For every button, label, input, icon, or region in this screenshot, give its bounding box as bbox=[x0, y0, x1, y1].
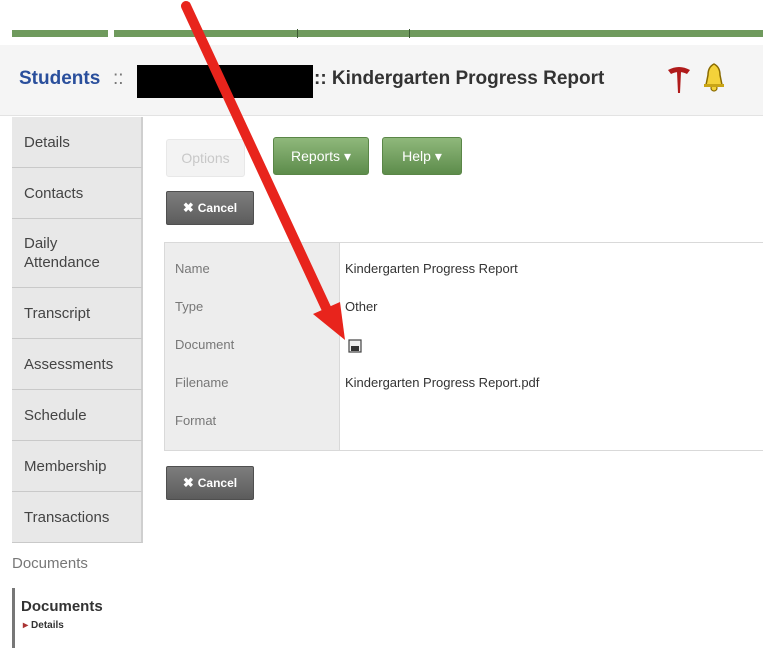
tab-divider bbox=[409, 29, 410, 38]
top-tab-strip bbox=[0, 0, 763, 40]
sidebar-item-transactions[interactable]: Transactions bbox=[12, 492, 143, 543]
close-icon: ✖ bbox=[182, 200, 194, 215]
options-button[interactable]: Options bbox=[166, 139, 245, 177]
main-content: Options Reports ▾ Help ▾ ✖ Cancel Name Ki… bbox=[146, 117, 763, 653]
sidebar-item-contacts[interactable]: Contacts bbox=[12, 168, 143, 219]
breadcrumb-students-link[interactable]: Students bbox=[19, 68, 100, 90]
document-details-panel: Name Kindergarten Progress Report Type O… bbox=[164, 242, 763, 451]
sidebar-item-label: Transactions bbox=[24, 508, 110, 526]
tab-notch bbox=[108, 20, 114, 37]
sidebar-item-label: Membership bbox=[24, 457, 107, 475]
cancel-label: Cancel bbox=[197, 201, 238, 215]
sidebar-item-label: Daily Attendance bbox=[24, 235, 100, 271]
field-label-name: Name bbox=[175, 261, 210, 276]
title-bar: Students :: :: Kindergarten Progress Rep… bbox=[0, 45, 763, 116]
sidebar-subitem-details[interactable]: ▸ Details bbox=[23, 620, 64, 631]
cancel-button-top[interactable]: ✖ Cancel bbox=[166, 191, 254, 225]
t-logo-icon[interactable] bbox=[666, 64, 692, 94]
sidebar-item-label: Details bbox=[24, 133, 70, 151]
sidebar-item-details[interactable]: Details bbox=[12, 117, 143, 168]
field-label-format: Format bbox=[175, 413, 217, 428]
field-label-type: Type bbox=[175, 299, 204, 314]
sidebar-item-transcript[interactable]: Transcript bbox=[12, 288, 143, 339]
field-label-filename: Filename bbox=[175, 375, 229, 390]
sidebar-current-label[interactable]: Documents bbox=[21, 598, 103, 615]
help-menu-button[interactable]: Help ▾ bbox=[382, 137, 462, 175]
document-icon[interactable] bbox=[348, 339, 362, 353]
sidebar-item-label: Transcript bbox=[24, 304, 91, 322]
sidebar-current-section: Documents ▸ Details bbox=[12, 588, 148, 648]
sidebar-item-schedule[interactable]: Schedule bbox=[12, 390, 143, 441]
close-icon: ✖ bbox=[182, 475, 194, 490]
bell-warning-icon[interactable] bbox=[701, 61, 727, 93]
tab-divider bbox=[297, 29, 298, 38]
field-value-filename: Kindergarten Progress Report.pdf bbox=[345, 375, 540, 390]
breadcrumb-separator: :: bbox=[113, 68, 124, 89]
sidebar-item-documents[interactable]: Documents bbox=[12, 555, 88, 572]
sidebar-item-label: Schedule bbox=[24, 406, 87, 424]
sidebar-item-label: Assessments bbox=[24, 355, 114, 373]
sidebar-item-membership[interactable]: Membership bbox=[12, 441, 143, 492]
sidebar-subitem-label: Details bbox=[31, 620, 64, 631]
redacted-student-name bbox=[137, 65, 313, 98]
caret-right-icon: ▸ bbox=[23, 620, 29, 631]
field-value-name: Kindergarten Progress Report bbox=[345, 261, 518, 276]
field-label-document: Document bbox=[175, 337, 235, 352]
reports-menu-button[interactable]: Reports ▾ bbox=[273, 137, 369, 175]
sidebar-item-daily-attendance[interactable]: Daily Attendance bbox=[12, 219, 143, 288]
cancel-button-bottom[interactable]: ✖ Cancel bbox=[166, 466, 254, 500]
tab-bar-line bbox=[12, 30, 763, 37]
cancel-label: Cancel bbox=[197, 476, 238, 490]
sidebar-item-label: Contacts bbox=[24, 184, 84, 202]
sidebar-item-assessments[interactable]: Assessments bbox=[12, 339, 143, 390]
field-value-type: Other bbox=[345, 299, 378, 314]
page-title: :: Kindergarten Progress Report bbox=[314, 68, 605, 89]
